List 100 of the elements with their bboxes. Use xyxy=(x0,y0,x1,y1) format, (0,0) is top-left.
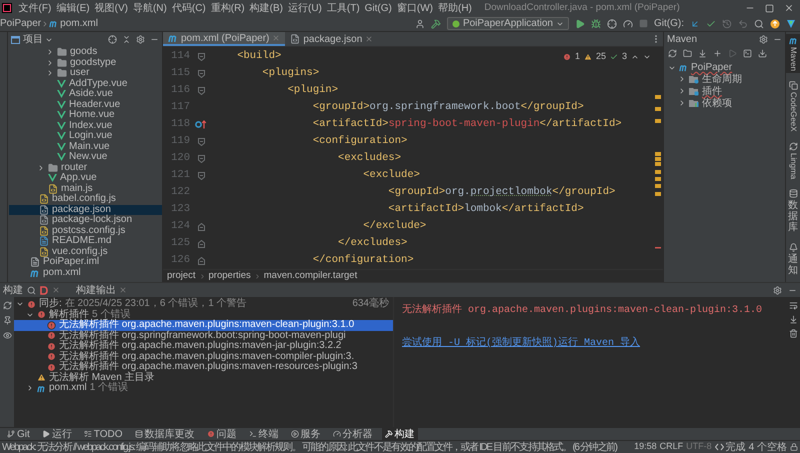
maximize-icon[interactable] xyxy=(765,4,774,12)
indent-setting[interactable]: 4 个空格 xyxy=(748,440,787,453)
search-icon[interactable] xyxy=(754,18,764,28)
fold-marker-icon[interactable] xyxy=(198,240,204,248)
tree-item[interactable]: goodstype xyxy=(9,58,162,68)
build-tree-item[interactable]: 解析插件 5 个错误 xyxy=(14,310,393,320)
tool-window-button[interactable]: 数据库 xyxy=(786,186,800,235)
maven-tree-item[interactable]: 依赖项 xyxy=(664,97,785,109)
tool-window-button[interactable]: 通知 xyxy=(786,240,800,278)
build-tree-item[interactable]: 无法解析插件 org.apache.maven.plugins:maven-jar-plugin:3.2.2 xyxy=(14,341,393,352)
tree-item[interactable]: vue.config.js xyxy=(9,246,162,257)
tree-item[interactable]: Aside.vue xyxy=(9,89,162,100)
fold-marker-icon[interactable] xyxy=(198,222,204,230)
menu-item[interactable]: Git(G) xyxy=(362,0,394,16)
tree-item[interactable]: PoiPaper.iml xyxy=(9,257,162,268)
menu-item[interactable]: 工具(T) xyxy=(324,0,362,16)
status-indicator[interactable]: 完成 xyxy=(714,440,746,453)
breadcrumb[interactable]: PoiPaper xyxy=(0,16,42,31)
breadcrumb[interactable]: maven.compiler.target xyxy=(264,268,358,284)
caret-position[interactable]: 19:58 xyxy=(634,440,657,453)
output-link[interactable]: 尝试使用 -U 标记(强制更新快照)运行 Maven 导入 xyxy=(402,338,640,349)
hammer-icon[interactable] xyxy=(430,18,441,28)
tool-window-button[interactable]: 服务 xyxy=(288,428,324,440)
profile-icon[interactable] xyxy=(623,18,633,28)
menu-item[interactable]: 构建(B) xyxy=(247,0,286,16)
tree-item[interactable]: package-lock.json xyxy=(9,215,162,226)
wrap-icon[interactable] xyxy=(788,301,798,310)
trash-icon[interactable] xyxy=(788,329,798,338)
build-tree-item[interactable]: 无法解析插件 org.apache.maven.plugins:maven-compiler-plugin:3. xyxy=(14,352,393,362)
pin-icon[interactable] xyxy=(2,316,12,325)
tool-window-button[interactable]: 终端 xyxy=(246,428,282,440)
maven-tree-item[interactable]: 插件 xyxy=(664,85,785,97)
tree-item[interactable]: Login.vue xyxy=(9,131,162,142)
project-view-dropdown[interactable]: 项目 xyxy=(23,32,53,47)
close-icon[interactable] xyxy=(784,3,794,13)
tree-item[interactable]: pom.xml xyxy=(9,268,162,278)
settings-icon[interactable] xyxy=(773,286,782,294)
close-icon[interactable] xyxy=(119,286,127,294)
tree-item[interactable]: Home.vue xyxy=(9,110,162,120)
debug-icon[interactable] xyxy=(591,18,601,28)
locate-icon[interactable] xyxy=(108,35,117,44)
tree-item[interactable]: AddType.vue xyxy=(9,78,162,89)
build-tree-item[interactable]: pom.xml 1 个错误 xyxy=(14,383,393,394)
tree-item[interactable]: Header.vue xyxy=(9,100,162,110)
menu-item[interactable]: 编辑(E) xyxy=(54,0,92,16)
menu-item[interactable]: 运行(U) xyxy=(285,0,324,16)
breadcrumb[interactable]: pom.xml xyxy=(49,16,98,31)
menu-item[interactable]: 视图(V) xyxy=(92,0,130,16)
menu-item[interactable]: 帮助(H) xyxy=(435,0,474,16)
fold-marker-icon[interactable] xyxy=(198,52,204,60)
tree-item[interactable]: goods xyxy=(9,47,162,58)
terminal-icon[interactable] xyxy=(743,49,752,58)
tree-item[interactable]: router xyxy=(9,162,162,173)
tree-item[interactable]: Index.vue xyxy=(9,120,162,131)
update-icon[interactable] xyxy=(690,18,700,28)
menu-item[interactable]: 重构(R) xyxy=(208,0,248,16)
menu-item[interactable]: 代码(C) xyxy=(169,0,208,16)
build-tree-item[interactable]: 同步: 在 2025/4/25 23:01，6 个错误，1 个警告 634毫秒 xyxy=(14,299,393,310)
user-icon[interactable] xyxy=(414,18,425,28)
eye-icon[interactable] xyxy=(2,331,12,340)
breadcrumb[interactable]: project xyxy=(167,268,196,284)
settings-icon[interactable] xyxy=(136,35,145,44)
editor-tab[interactable]: package.json xyxy=(285,32,378,46)
close-icon[interactable] xyxy=(52,286,60,294)
collapse-icon[interactable] xyxy=(122,35,131,44)
tool-window-button[interactable]: CodeGeeX xyxy=(786,79,800,134)
tool-window-button[interactable]: 分析器 xyxy=(330,428,376,440)
tool-window-button[interactable]: Git xyxy=(4,428,33,440)
fold-marker-icon[interactable] xyxy=(198,172,204,180)
inspection-widget[interactable]: 1 25 3 xyxy=(562,50,651,64)
tree-item[interactable]: babel.config.js xyxy=(9,194,162,204)
update-badge-icon[interactable] xyxy=(770,18,780,28)
settings-icon[interactable] xyxy=(759,35,768,44)
fold-marker-icon[interactable] xyxy=(198,154,204,162)
tree-item[interactable]: Main.vue xyxy=(9,142,162,152)
reload-icon[interactable] xyxy=(668,49,677,58)
tree-item[interactable]: App.vue xyxy=(9,173,162,184)
tool-window-button[interactable]: 运行 xyxy=(38,428,75,440)
menu-item[interactable]: 文件(F) xyxy=(16,0,54,16)
tool-window-button[interactable]: Lingma xyxy=(786,140,800,181)
build-tree-item[interactable]: 无法解析插件 org.apache.maven.plugins:maven-clean-plugin:3.1.0 xyxy=(14,320,393,330)
run-icon[interactable] xyxy=(575,18,585,28)
tool-window-button[interactable]: 数据库更改 xyxy=(132,428,198,440)
maven-tree-item[interactable]: PoiPaper xyxy=(664,62,785,73)
menu-item[interactable]: 窗口(W) xyxy=(394,0,436,16)
scroll-end-icon[interactable] xyxy=(788,315,798,324)
tree-item[interactable]: postcss.config.js xyxy=(9,226,162,236)
plugin-logo-icon[interactable] xyxy=(786,18,796,28)
maven-tree-item[interactable]: 生命周期 xyxy=(664,73,785,85)
tree-item[interactable]: user xyxy=(9,68,162,78)
fold-marker-icon[interactable] xyxy=(198,70,204,78)
commit-icon[interactable] xyxy=(706,18,716,28)
tool-window-button[interactable]: 问题 xyxy=(204,428,240,440)
fold-marker-icon[interactable] xyxy=(198,86,204,94)
tree-item[interactable]: package.json xyxy=(9,204,162,215)
search-icon[interactable] xyxy=(27,286,36,294)
tree-item[interactable]: New.vue xyxy=(9,152,162,162)
line-ending[interactable]: CRLF xyxy=(660,440,684,453)
fold-marker-icon[interactable] xyxy=(198,256,204,264)
download-icon[interactable] xyxy=(698,49,707,58)
